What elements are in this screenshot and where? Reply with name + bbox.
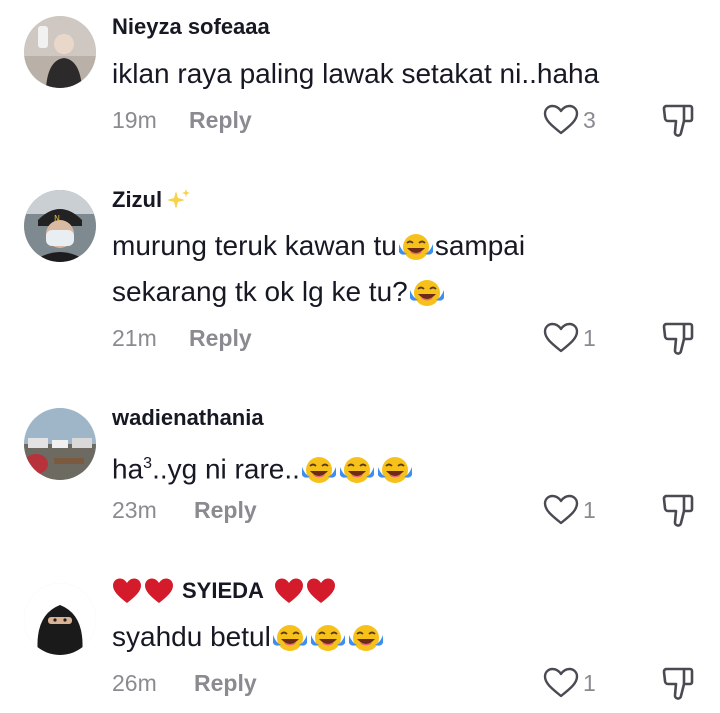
red-heart-icon	[144, 577, 174, 605]
text-segment: ..yg ni rare..	[152, 453, 300, 485]
text-superscript: 3	[143, 455, 153, 472]
text-segment: ha	[112, 453, 144, 485]
heart-icon	[543, 104, 579, 136]
red-heart-icon	[274, 577, 304, 605]
dislike-button[interactable]	[660, 320, 696, 361]
dislike-button[interactable]	[660, 492, 696, 533]
text-segment: syahdu betul	[112, 621, 271, 652]
reply-button[interactable]: Reply	[194, 497, 257, 524]
thumbs-down-icon	[660, 492, 696, 528]
comment-timestamp: 23m	[112, 497, 157, 523]
comment-text-line: sekarang tk ok lg ke tu?	[112, 268, 446, 316]
like-count: 1	[583, 496, 596, 523]
avatar[interactable]	[24, 16, 96, 88]
tears-of-joy-emoji	[347, 623, 385, 653]
svg-text:N: N	[54, 214, 60, 223]
reply-button[interactable]: Reply	[189, 107, 252, 134]
red-heart-icon	[306, 577, 336, 605]
username-label: Zizul	[112, 187, 163, 212]
text-segment: sampai	[434, 230, 526, 261]
comment-text: murung teruk kawan tu sampai	[112, 222, 525, 270]
comment-text: syahdu betul	[112, 613, 385, 661]
comment-text: iklan raya paling lawak setakat ni..haha	[112, 58, 600, 89]
heart-icon	[543, 322, 579, 354]
tears-of-joy-emoji	[309, 623, 347, 653]
heart-icon	[543, 494, 579, 526]
comment-username[interactable]: wadienathania	[112, 405, 264, 431]
username-label: SYIEDA	[182, 578, 264, 603]
like-count: 3	[583, 106, 596, 133]
comment-text: ha3..yg ni rare..	[112, 440, 414, 493]
thumbs-down-icon	[660, 102, 696, 138]
like-button[interactable]: 1	[543, 667, 596, 699]
comment-username[interactable]: SYIEDA	[112, 577, 336, 605]
thumbs-down-icon	[660, 320, 696, 356]
like-count: 1	[583, 324, 596, 351]
tears-of-joy-emoji	[397, 232, 435, 262]
text-segment: sekarang tk ok lg ke tu?	[112, 276, 408, 307]
text-segment: murung teruk kawan tu	[112, 230, 397, 261]
tears-of-joy-emoji	[408, 278, 446, 308]
thumbs-down-icon	[660, 665, 696, 701]
comment-username[interactable]: Nieyza sofeaaa	[112, 14, 270, 40]
reply-button[interactable]: Reply	[189, 325, 252, 352]
comment-timestamp: 26m	[112, 670, 157, 696]
dislike-button[interactable]	[660, 665, 696, 706]
like-count: 1	[583, 669, 596, 696]
comment-username[interactable]: Zizul	[112, 187, 192, 213]
tears-of-joy-emoji	[338, 455, 376, 485]
red-heart-icon	[112, 577, 142, 605]
heart-icon	[543, 667, 579, 699]
tears-of-joy-emoji	[300, 455, 338, 485]
like-button[interactable]: 3	[543, 104, 596, 136]
reply-button[interactable]: Reply	[194, 670, 257, 697]
sparkles-icon	[167, 189, 191, 209]
avatar[interactable]	[24, 408, 96, 480]
tears-of-joy-emoji	[271, 623, 309, 653]
comment-timestamp: 19m	[112, 107, 157, 133]
dislike-button[interactable]	[660, 102, 696, 143]
avatar[interactable]	[24, 583, 96, 655]
tears-of-joy-emoji	[376, 455, 414, 485]
avatar[interactable]: N	[24, 190, 96, 262]
like-button[interactable]: 1	[543, 494, 596, 526]
like-button[interactable]: 1	[543, 322, 596, 354]
comment-timestamp: 21m	[112, 325, 157, 351]
